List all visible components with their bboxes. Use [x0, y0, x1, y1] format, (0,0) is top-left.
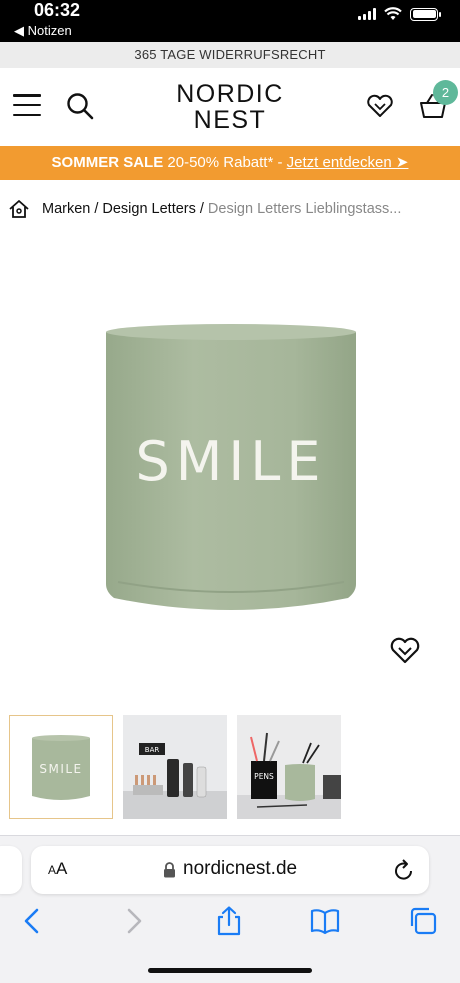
logo-line-2: NEST [193, 106, 267, 134]
reload-icon[interactable] [393, 858, 415, 882]
back-to-app-link[interactable]: ◀ Notizen [14, 23, 72, 39]
signal-icon [358, 8, 376, 20]
forward-chevron-icon[interactable] [118, 906, 148, 936]
thumbnail-3[interactable]: PENS [237, 715, 341, 819]
safari-bottom-bar: AA nordicnest.de [0, 835, 460, 983]
wifi-icon [384, 7, 402, 20]
text-size-large-a: A [56, 859, 68, 878]
breadcrumb-item-design-letters[interactable]: Design Letters [102, 201, 196, 217]
safari-toolbar [0, 906, 460, 942]
thumbnail-2-label: BAR [145, 746, 160, 754]
breadcrumb-current: Design Letters Lieblingstass... [207, 201, 402, 217]
tabs-icon[interactable] [408, 906, 438, 936]
thumbnail-1-label: SMILE [39, 762, 82, 776]
sale-banner[interactable]: SOMMER SALE 20-50% Rabatt* - Jetzt entde… [0, 146, 460, 180]
previous-tab-preview[interactable] [0, 846, 22, 894]
menu-icon[interactable] [13, 94, 41, 116]
text-size-button[interactable]: AA [48, 859, 67, 879]
search-icon[interactable] [66, 92, 94, 120]
status-bar: 06:32 ◀ Notizen [0, 0, 460, 42]
sale-link[interactable]: Jetzt entdecken ➤ [287, 154, 409, 171]
lock-icon [164, 862, 175, 878]
product-image[interactable]: SMILE [0, 230, 460, 700]
share-icon[interactable] [214, 906, 244, 936]
cup-print-text: SMILE [136, 430, 327, 493]
favorite-heart-icon[interactable] [389, 636, 421, 664]
status-icons [358, 7, 441, 21]
cart-count-badge[interactable]: 2 [433, 80, 458, 105]
breadcrumb: Marken / Design Letters / Design Letters… [8, 198, 452, 220]
cup-thumbnail-icon: SMILE [32, 735, 90, 800]
battery-icon [410, 7, 441, 21]
status-time: 06:32 [34, 0, 81, 20]
breadcrumb-item-marken[interactable]: Marken [42, 201, 90, 217]
thumbnail-1[interactable]: SMILE [9, 715, 113, 819]
home-indicator[interactable] [148, 968, 312, 973]
logo-line-1: NORDIC [176, 80, 284, 108]
bookmarks-icon[interactable] [310, 906, 340, 936]
text-size-small-a: A [48, 863, 57, 877]
sale-text: 20-50% Rabatt* - [163, 154, 287, 171]
sale-title: SOMMER SALE [51, 154, 164, 171]
cup-image: SMILE [106, 324, 356, 610]
breadcrumb-separator: / [94, 201, 99, 217]
bar-scene-thumbnail-icon: BAR [123, 715, 227, 819]
url-text[interactable]: nordicnest.de [183, 858, 297, 880]
thumbnail-3-label: PENS [254, 772, 274, 781]
home-icon[interactable] [8, 199, 30, 219]
thumbnail-strip: SMILE BAR PENS [9, 715, 341, 819]
wishlist-heart-icon[interactable] [366, 94, 394, 118]
site-header: NORDIC NEST 2 [0, 68, 460, 146]
pens-scene-thumbnail-icon: PENS [237, 715, 341, 819]
return-policy-notice: 365 TAGE WIDERRUFSRECHT [0, 42, 460, 68]
thumbnail-2[interactable]: BAR [123, 715, 227, 819]
back-chevron-icon[interactable] [18, 906, 48, 936]
address-bar[interactable]: AA nordicnest.de [31, 846, 429, 894]
nordic-nest-logo[interactable]: NORDIC NEST [168, 81, 292, 133]
breadcrumb-separator: / [199, 201, 204, 217]
